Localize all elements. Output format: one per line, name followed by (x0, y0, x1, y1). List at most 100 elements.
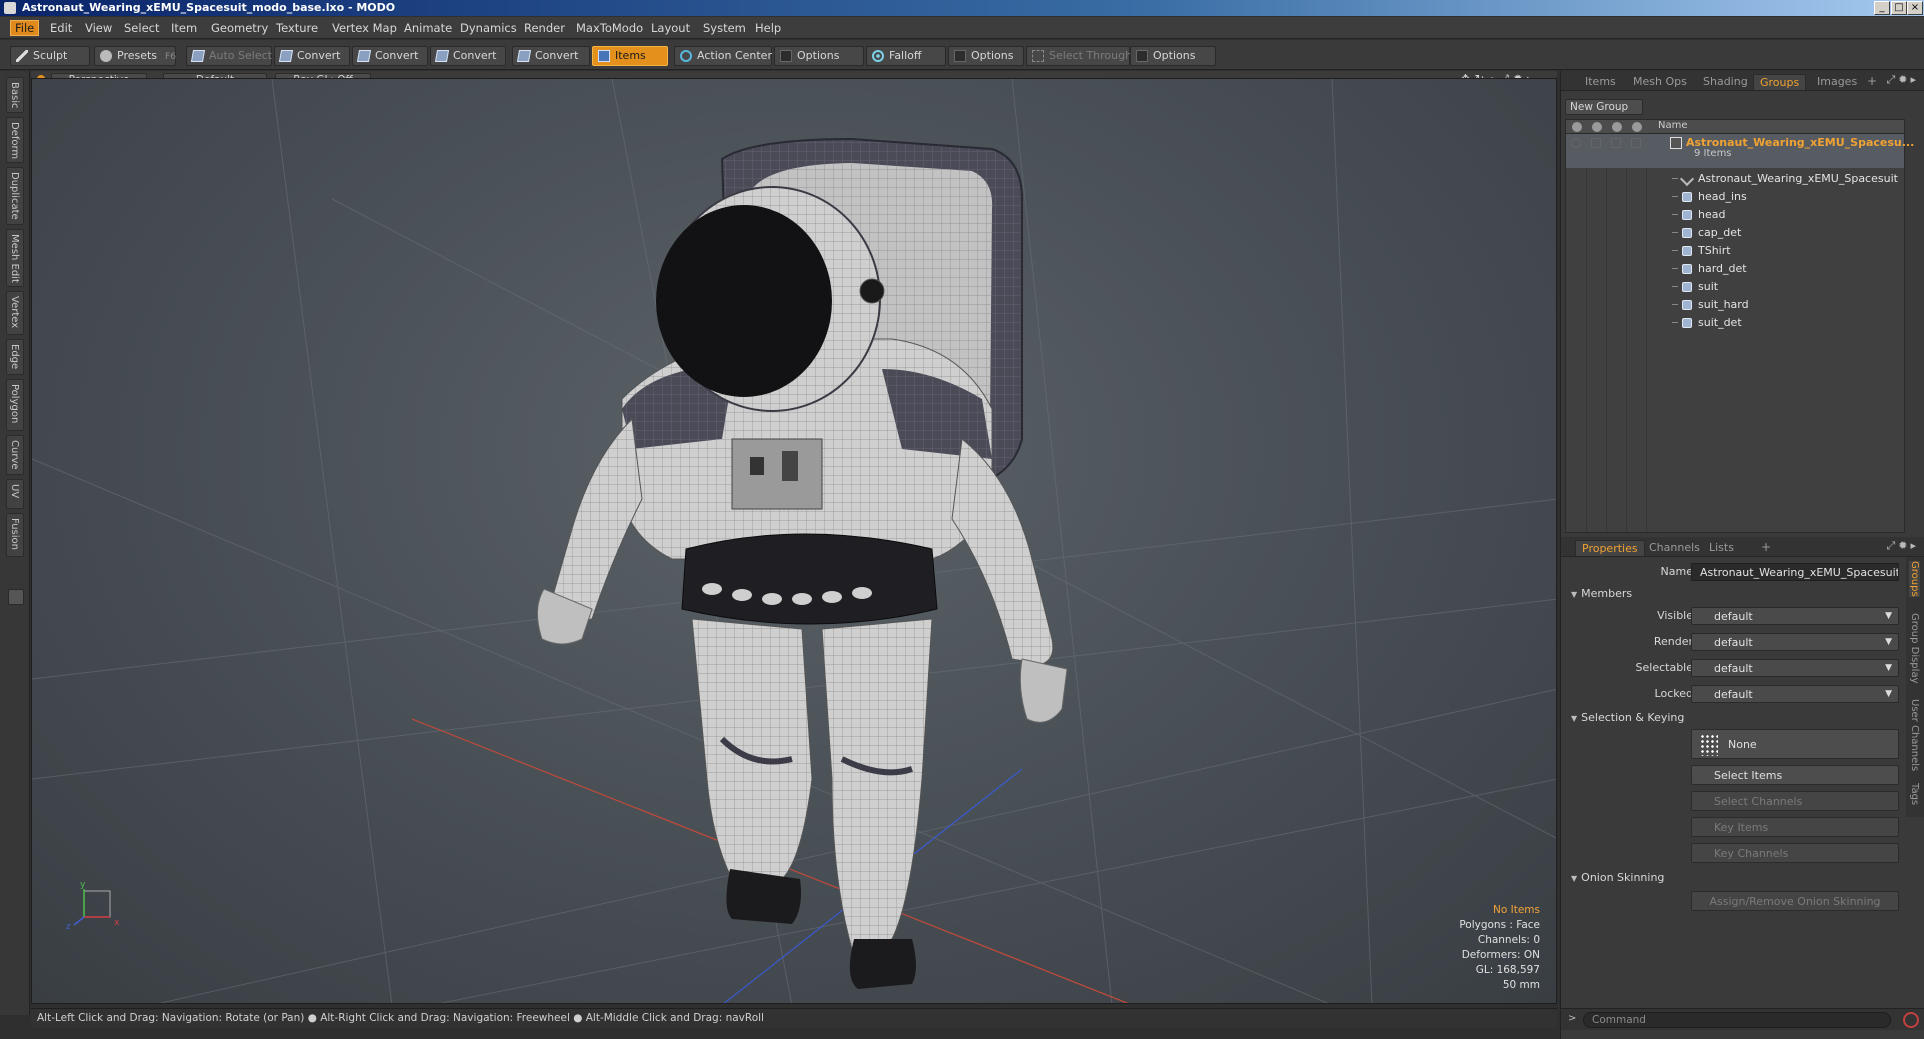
tab-shading[interactable]: Shading (1697, 74, 1754, 90)
menu-animate[interactable]: Animate (400, 20, 456, 36)
render-dropdown[interactable]: default ▼ (1691, 633, 1899, 651)
group-row[interactable]: Astronaut_Wearing_xEMU_Spacesu... 9 Item… (1566, 134, 1914, 168)
top-panel-tabs: Items Mesh Ops Shading Groups Images + ⤢… (1561, 71, 1924, 91)
onion-skinning-section[interactable]: ▼ Onion Skinning (1571, 871, 1664, 884)
menu-maxtomodo[interactable]: MaxToModo (572, 20, 647, 36)
convert-vertices-button[interactable]: Convert (274, 46, 350, 66)
visible-dropdown[interactable]: default ▼ (1691, 607, 1899, 625)
menu-system[interactable]: System (699, 20, 750, 36)
assign-onion-button[interactable]: Assign/Remove Onion Skinning (1691, 891, 1899, 911)
select-channels-button[interactable]: Select Channels (1691, 791, 1899, 811)
side-tab-tags[interactable]: Tags (1909, 783, 1920, 805)
list-item[interactable]: suit_hard (1566, 296, 1904, 314)
tab-edge[interactable]: Edge (6, 339, 24, 375)
menu-view[interactable]: View (81, 20, 116, 36)
tab-images[interactable]: Images (1811, 74, 1863, 90)
visibility-toggle[interactable] (1571, 138, 1581, 148)
select-toggle[interactable] (1631, 138, 1641, 148)
tab-basic[interactable]: Basic (6, 77, 24, 113)
astronaut-model[interactable] (537, 137, 1068, 989)
title-bar: Astronaut_Wearing_xEMU_Spacesuit_modo_ba… (0, 0, 1924, 16)
minimize-button[interactable]: _ (1874, 1, 1890, 15)
list-item[interactable]: suit (1566, 278, 1904, 296)
select-through-options-button[interactable]: Options (1130, 46, 1216, 66)
tab-lists[interactable]: Lists (1703, 540, 1740, 556)
locked-dropdown[interactable]: default ▼ (1691, 685, 1899, 703)
select-through-button[interactable]: Select Through (1026, 46, 1132, 66)
convert-edges-button[interactable]: Convert (352, 46, 428, 66)
name-column-header[interactable]: Name (1658, 120, 1688, 131)
group-name-field[interactable]: Astronaut_Wearing_xEMU_Spacesuit (3) (1691, 563, 1899, 581)
none-button[interactable]: None (1691, 729, 1899, 759)
add-tab-icon[interactable]: + (1867, 74, 1877, 88)
tab-curve[interactable]: Curve (6, 435, 24, 475)
falloff-button[interactable]: Falloff (866, 46, 946, 66)
key-channels-button[interactable]: Key Channels (1691, 843, 1899, 863)
tab-uv[interactable]: UV (6, 479, 24, 509)
render-column-icon[interactable] (1592, 122, 1602, 132)
list-item[interactable]: cap_det (1566, 224, 1904, 242)
members-section[interactable]: ▼ Members (1571, 587, 1632, 600)
tab-vertex[interactable]: Vertex (6, 291, 24, 335)
list-item[interactable]: hard_det (1566, 260, 1904, 278)
action-center-options-button[interactable]: Options (774, 46, 864, 66)
menu-select[interactable]: Select (120, 20, 163, 36)
menu-vertex-map[interactable]: Vertex Map (328, 20, 401, 36)
action-center-button[interactable]: Action Center (674, 46, 772, 66)
render-toggle[interactable] (1591, 138, 1601, 148)
sculpt-button[interactable]: Sculpt (10, 46, 90, 66)
command-input[interactable]: Command (1583, 1012, 1891, 1028)
menu-edit[interactable]: Edit (46, 20, 76, 36)
select-items-button[interactable]: Select Items (1691, 765, 1899, 785)
tab-channels[interactable]: Channels (1643, 540, 1706, 556)
list-item[interactable]: TShirt (1566, 242, 1904, 260)
3d-viewport[interactable]: y x z No Items Polygons : Face Channels:… (31, 78, 1557, 1004)
side-tab-user-channels[interactable]: User Channels (1909, 699, 1920, 771)
maximize-button[interactable]: □ (1891, 1, 1907, 15)
tab-duplicate[interactable]: Duplicate (6, 167, 24, 225)
menu-texture[interactable]: Texture (272, 20, 322, 36)
list-item[interactable]: suit_det (1566, 314, 1904, 332)
command-history-icon[interactable]: > (1568, 1013, 1576, 1024)
key-items-button[interactable]: Key Items (1691, 817, 1899, 837)
record-macro-icon[interactable] (1903, 1012, 1919, 1028)
visibility-column-icon[interactable] (1572, 122, 1582, 132)
selectable-dropdown[interactable]: default ▼ (1691, 659, 1899, 677)
list-item[interactable]: head (1566, 206, 1904, 224)
tab-mesh-edit[interactable]: Mesh Edit (6, 229, 24, 287)
tab-deform[interactable]: Deform (6, 117, 24, 163)
tab-groups[interactable]: Groups (1753, 74, 1807, 90)
lock-toggle[interactable] (1611, 138, 1621, 148)
tab-fusion[interactable]: Fusion (6, 513, 24, 557)
panel-tools-icons[interactable]: ⤢✹▸ (1886, 73, 1919, 87)
menu-dynamics[interactable]: Dynamics (456, 20, 521, 36)
convert-items-button[interactable]: Convert (512, 46, 590, 66)
presets-button[interactable]: Presets F6 (94, 46, 176, 66)
menu-help[interactable]: Help (751, 20, 785, 36)
menu-geometry[interactable]: Geometry (207, 20, 272, 36)
auto-select-button[interactable]: Auto Select (186, 46, 272, 66)
side-tab-groups[interactable]: Groups (1909, 561, 1920, 597)
menu-item[interactable]: Item (167, 20, 201, 36)
falloff-options-button[interactable]: Options (948, 46, 1024, 66)
add-tab-icon[interactable]: + (1761, 540, 1771, 554)
select-column-icon[interactable] (1632, 122, 1642, 132)
convert-polygons-button[interactable]: Convert (430, 46, 506, 66)
selection-keying-section[interactable]: ▼ Selection & Keying (1571, 711, 1684, 724)
new-group-button[interactable]: New Group (1565, 99, 1643, 115)
close-button[interactable]: × (1907, 1, 1923, 15)
menu-file[interactable]: File (10, 20, 40, 36)
items-mode-button[interactable]: Items (592, 46, 668, 66)
list-item[interactable]: Astronaut_Wearing_xEMU_Spacesuit (1566, 170, 1904, 188)
palette-toggle-icon[interactable] (8, 589, 24, 605)
tab-mesh-ops[interactable]: Mesh Ops (1627, 74, 1693, 90)
tab-properties[interactable]: Properties (1575, 540, 1645, 556)
list-item[interactable]: head_ins (1566, 188, 1904, 206)
menu-render[interactable]: Render (520, 20, 569, 36)
tab-polygon[interactable]: Polygon (6, 379, 24, 431)
side-tab-group-display[interactable]: Group Display (1909, 613, 1920, 683)
tab-items[interactable]: Items (1579, 74, 1622, 90)
menu-layout[interactable]: Layout (647, 20, 694, 36)
panel-tools-icons[interactable]: ⤢✹▸ (1886, 539, 1919, 553)
lock-column-icon[interactable] (1612, 122, 1622, 132)
